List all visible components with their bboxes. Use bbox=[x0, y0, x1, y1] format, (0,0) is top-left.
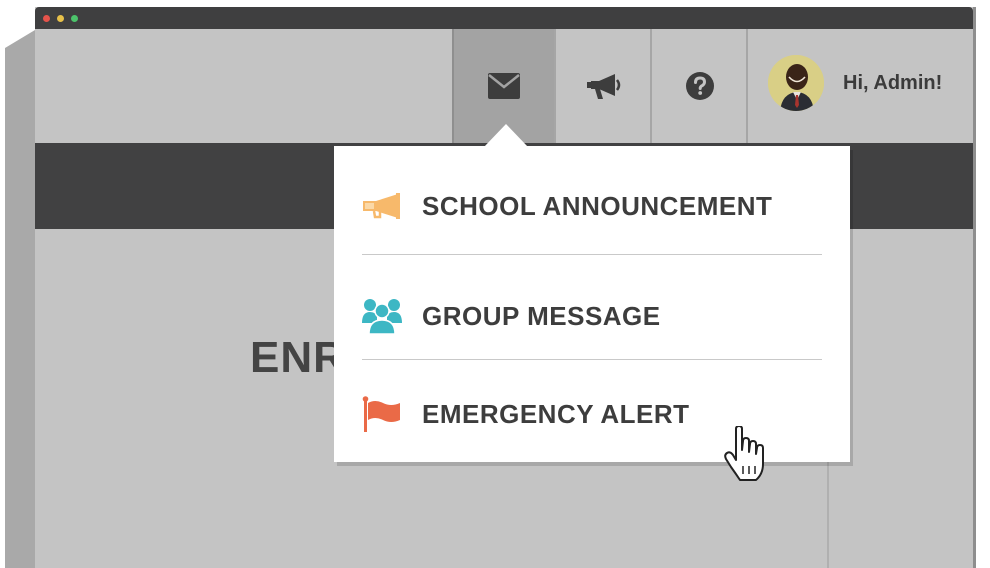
window-side-bevel bbox=[5, 30, 37, 568]
maximize-window-button[interactable] bbox=[71, 15, 78, 22]
menu-item-group-message[interactable]: GROUP MESSAGE bbox=[362, 286, 822, 346]
dropdown-caret bbox=[484, 124, 528, 147]
hand-pointer-icon bbox=[724, 426, 764, 481]
user-profile-menu[interactable]: Hi, Admin! bbox=[746, 29, 976, 143]
megaphone-icon bbox=[362, 186, 402, 226]
close-window-button[interactable] bbox=[43, 15, 50, 22]
envelope-icon bbox=[488, 73, 520, 99]
menu-item-label: EMERGENCY ALERT bbox=[422, 398, 690, 429]
flag-icon bbox=[362, 394, 402, 434]
column-divider bbox=[827, 462, 829, 568]
announcements-button[interactable] bbox=[554, 29, 652, 143]
group-icon bbox=[362, 296, 402, 336]
title-bar bbox=[35, 7, 973, 29]
menu-item-label: GROUP MESSAGE bbox=[422, 300, 661, 331]
help-button[interactable] bbox=[650, 29, 748, 143]
menu-item-school-announcement[interactable]: SCHOOL ANNOUNCEMENT bbox=[362, 176, 822, 236]
megaphone-icon bbox=[587, 74, 621, 99]
greeting-text: Hi, Admin! bbox=[843, 72, 943, 94]
avatar[interactable] bbox=[768, 55, 824, 111]
page-heading: ENR bbox=[250, 333, 346, 382]
question-circle-icon bbox=[686, 72, 714, 100]
compose-message-dropdown: SCHOOL ANNOUNCEMENT GROUP MESSAGE EMERGE… bbox=[334, 146, 850, 462]
user-avatar-image bbox=[768, 55, 824, 111]
menu-divider bbox=[362, 359, 822, 360]
menu-divider bbox=[362, 254, 822, 255]
menu-item-label: SCHOOL ANNOUNCEMENT bbox=[422, 190, 773, 221]
app-screen: Hi, Admin! ENR SCHOOL ANNOUNCEMENT GROUP… bbox=[0, 0, 990, 568]
minimize-window-button[interactable] bbox=[57, 15, 64, 22]
